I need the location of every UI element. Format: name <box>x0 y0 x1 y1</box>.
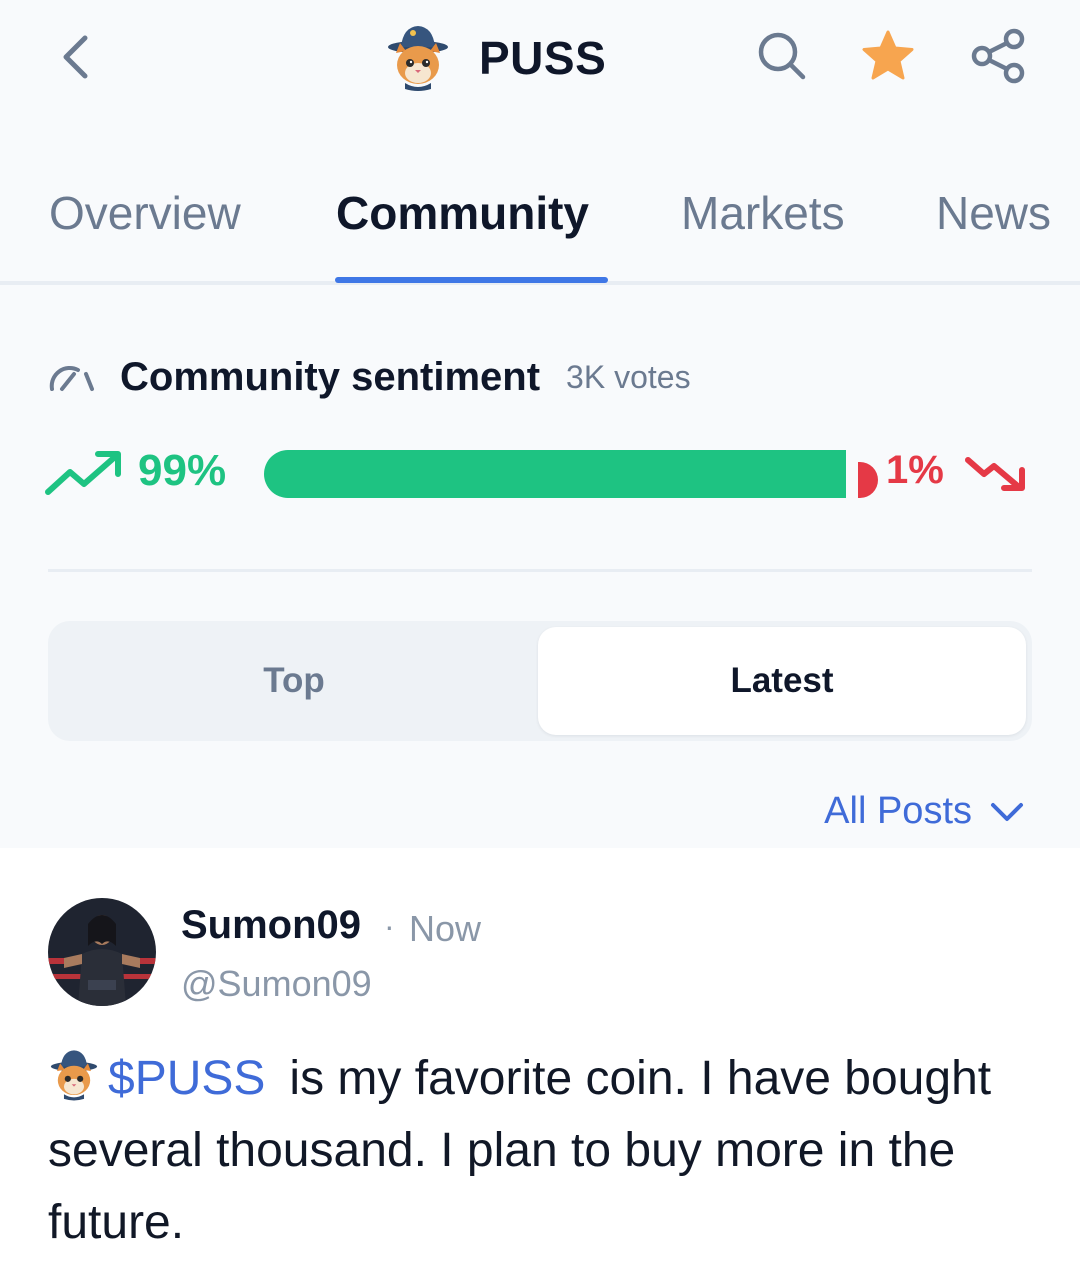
share-button[interactable] <box>968 26 1028 86</box>
sentiment-bar <box>264 450 878 498</box>
sentiment-bar-row: 99% 1% <box>44 440 1034 510</box>
coin-title-group: PUSS <box>385 20 606 95</box>
trending-up-icon <box>45 451 121 495</box>
tab-community[interactable]: Community <box>336 186 589 240</box>
post-filter-dropdown[interactable]: All Posts <box>824 790 1024 833</box>
chevron-down-icon <box>991 802 1023 821</box>
search-button[interactable] <box>752 26 812 86</box>
page-title: PUSS <box>479 31 607 84</box>
section-tabs: Overview Community Markets News <box>0 160 1080 285</box>
filter-label: All Posts <box>824 790 972 832</box>
active-tab-indicator <box>335 277 608 283</box>
top-bar: PUSS <box>0 0 1080 115</box>
bullish-percent: 99% <box>138 446 227 495</box>
chevron-left-icon <box>63 35 88 79</box>
tab-markets[interactable]: Markets <box>681 186 845 240</box>
puss-coin-logo-icon <box>388 25 448 91</box>
bearish-percent: 1% <box>886 448 944 492</box>
trending-down-icon <box>965 457 1025 491</box>
post-body: $PUSS is my favorite coin. I have bought … <box>48 1043 1038 1259</box>
avatar[interactable] <box>48 898 156 1006</box>
post-card[interactable]: Sumon09 · Now @Sumon09 $PUSS is my favori… <box>0 848 1080 1288</box>
sort-top-button[interactable]: Top <box>48 621 540 741</box>
sentiment-title: Community sentiment <box>120 354 541 399</box>
bullish-bar <box>264 450 846 498</box>
tab-overview[interactable]: Overview <box>49 186 241 240</box>
favorite-button[interactable] <box>858 26 918 86</box>
bearish-bar <box>858 462 878 498</box>
search-icon <box>758 32 806 80</box>
author-handle: @Sumon09 <box>181 963 372 1004</box>
back-button[interactable] <box>50 30 100 84</box>
sort-segmented-control: Top Latest <box>48 621 1032 741</box>
user-avatar-image <box>48 898 156 1006</box>
author-name[interactable]: Sumon09 <box>181 903 361 948</box>
star-icon <box>862 30 914 80</box>
post-time: Now <box>409 908 482 949</box>
sort-latest-button[interactable]: Latest <box>538 627 1026 735</box>
puss-coin-logo-icon <box>50 1050 98 1101</box>
tab-news[interactable]: News <box>936 186 1051 240</box>
ticker-link[interactable]: $PUSS <box>108 1052 265 1105</box>
sentiment-header: Community sentiment 3K votes <box>48 350 691 404</box>
divider <box>48 569 1032 572</box>
vote-count: 3K votes <box>566 358 691 395</box>
share-icon <box>971 28 1025 84</box>
gauge-icon <box>49 366 94 391</box>
meta-separator: · <box>384 908 395 944</box>
